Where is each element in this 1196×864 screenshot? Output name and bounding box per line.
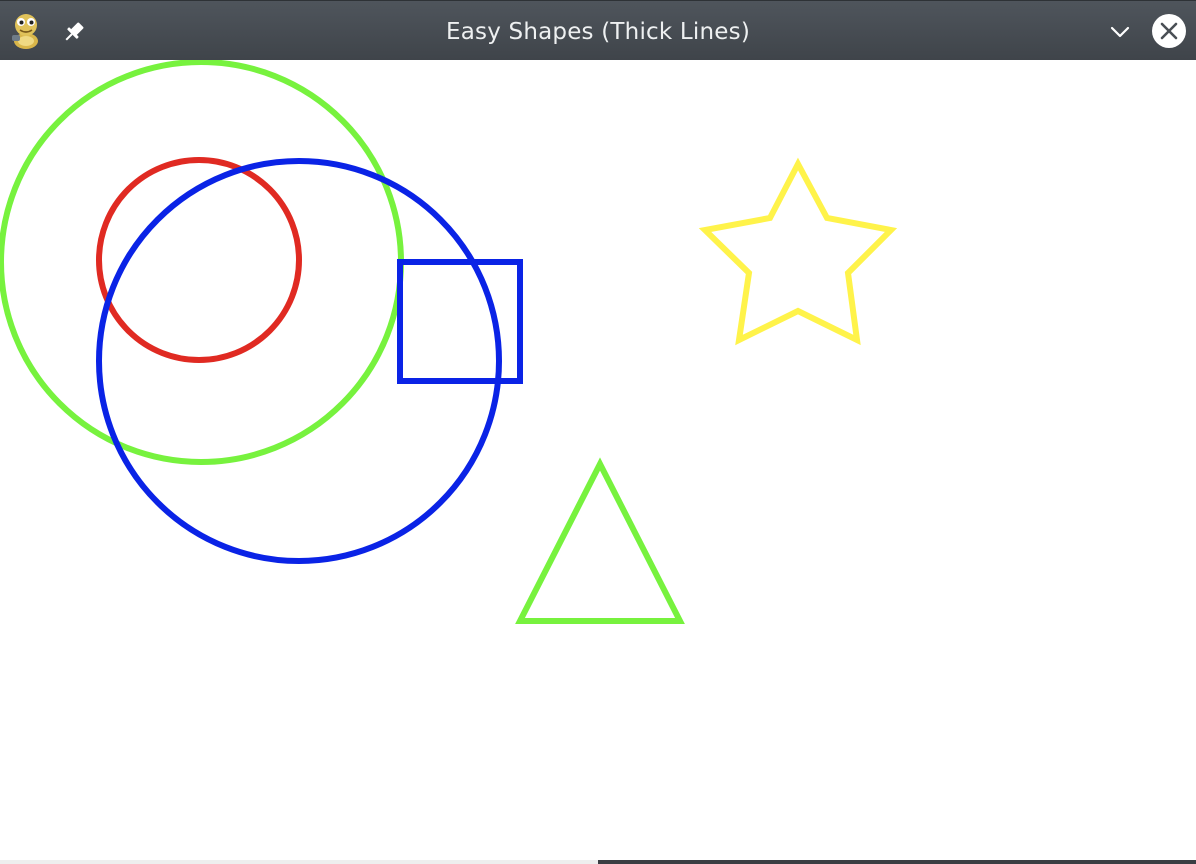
- window-title: Easy Shapes (Thick Lines): [446, 19, 750, 45]
- python-snake-icon: [12, 14, 38, 49]
- app-window: Easy Shapes (Thick Lines): [0, 0, 1196, 864]
- title-bar[interactable]: Easy Shapes (Thick Lines): [0, 0, 1196, 60]
- taskbar-edge-right: [598, 860, 1196, 864]
- blue-rectangle: [397, 259, 523, 384]
- taskbar-edge-left: [0, 860, 598, 864]
- green-triangle: [515, 457, 685, 624]
- green-circle: [0, 60, 404, 465]
- close-icon[interactable]: [1150, 12, 1188, 50]
- pin-icon[interactable]: [60, 18, 88, 46]
- blue-circle: [96, 158, 502, 564]
- chevron-down-icon[interactable]: [1104, 17, 1136, 47]
- yellow-star: [698, 157, 898, 346]
- drawing-canvas: [0, 60, 1196, 864]
- shapes-layer: [0, 60, 898, 624]
